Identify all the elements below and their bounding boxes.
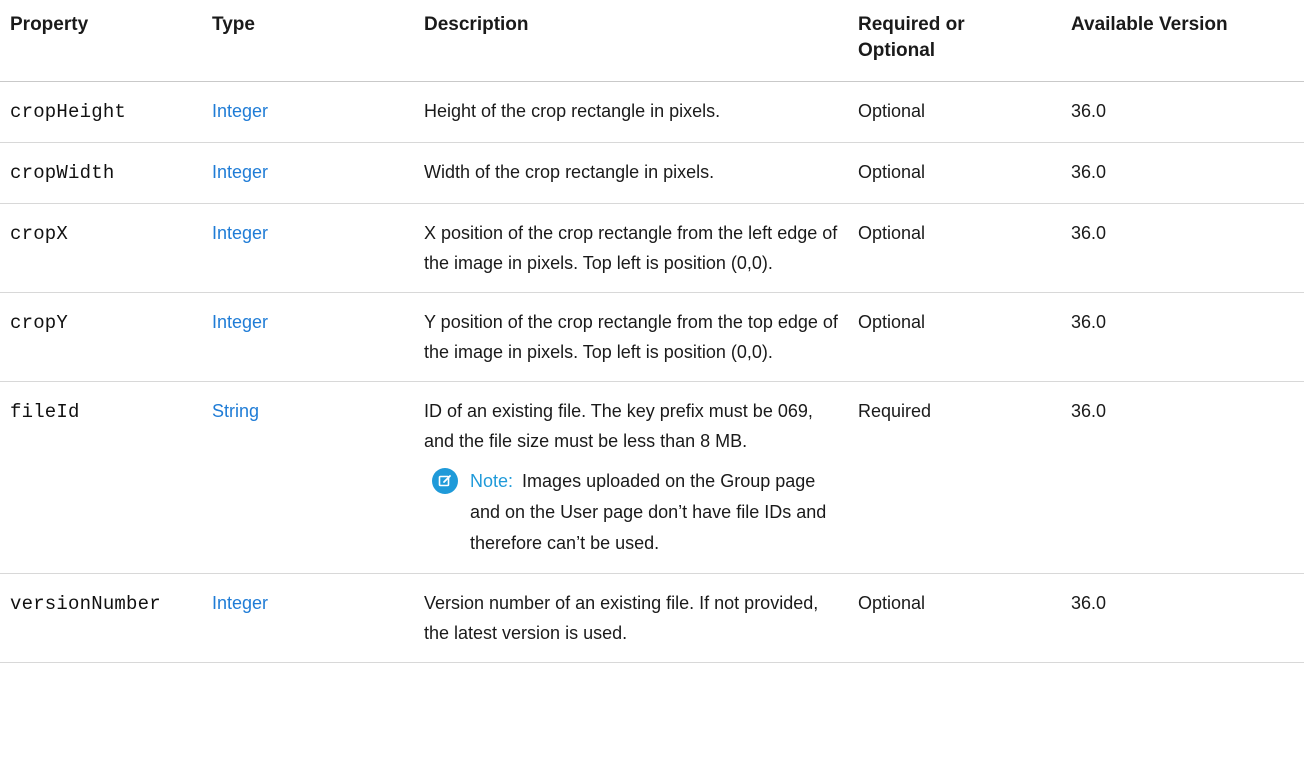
- required-cell: Optional: [848, 203, 1061, 293]
- type-link[interactable]: Integer: [212, 312, 268, 332]
- type-link[interactable]: Integer: [212, 162, 268, 182]
- version-cell: 36.0: [1061, 203, 1304, 293]
- required-cell: Optional: [848, 81, 1061, 143]
- note-text: Images uploaded on the Group page and on…: [470, 471, 827, 553]
- table-row: cropY Integer Y position of the crop rec…: [0, 292, 1304, 382]
- note-callout: Note: Images uploaded on the Group page …: [424, 466, 838, 559]
- header-type: Type: [202, 0, 414, 82]
- property-name: versionNumber: [10, 593, 161, 615]
- header-required-line1: Required or: [858, 14, 965, 35]
- type-link[interactable]: String: [212, 401, 259, 421]
- header-required-line2: Optional: [858, 40, 936, 61]
- table-row: versionNumber Integer Version number of …: [0, 573, 1304, 663]
- note-body: Note: Images uploaded on the Group page …: [470, 466, 838, 559]
- table-row: fileId String ID of an existing file. Th…: [0, 381, 1304, 574]
- version-cell: 36.0: [1061, 573, 1304, 663]
- property-name: cropHeight: [10, 101, 127, 123]
- header-required: Required or Optional: [848, 0, 1061, 82]
- version-cell: 36.0: [1061, 381, 1304, 574]
- property-name: cropX: [10, 223, 69, 245]
- note-label: Note:: [470, 471, 514, 491]
- header-property: Property: [0, 0, 202, 82]
- property-name: cropWidth: [10, 162, 115, 184]
- required-cell: Optional: [848, 292, 1061, 382]
- version-cell: 36.0: [1061, 292, 1304, 382]
- version-cell: 36.0: [1061, 81, 1304, 143]
- properties-table: Property Type Description Required or Op…: [0, 0, 1304, 663]
- description-text: ID of an existing file. The key prefix m…: [424, 401, 813, 451]
- table-row: cropWidth Integer Width of the crop rect…: [0, 142, 1304, 204]
- description-cell: Version number of an existing file. If n…: [414, 573, 848, 663]
- description-cell: Y position of the crop rectangle from th…: [414, 292, 848, 382]
- required-cell: Optional: [848, 142, 1061, 204]
- table-header-row: Property Type Description Required or Op…: [0, 0, 1304, 82]
- description-cell: X position of the crop rectangle from th…: [414, 203, 848, 293]
- description-cell: ID of an existing file. The key prefix m…: [414, 381, 848, 574]
- type-link[interactable]: Integer: [212, 223, 268, 243]
- version-cell: 36.0: [1061, 142, 1304, 204]
- property-name: cropY: [10, 312, 69, 334]
- required-cell: Optional: [848, 573, 1061, 663]
- header-description: Description: [414, 0, 848, 82]
- description-cell: Height of the crop rectangle in pixels.: [414, 81, 848, 143]
- edit-note-icon: [432, 468, 458, 494]
- description-cell: Width of the crop rectangle in pixels.: [414, 142, 848, 204]
- table-row: cropHeight Integer Height of the crop re…: [0, 81, 1304, 143]
- required-cell: Required: [848, 381, 1061, 574]
- table-row: cropX Integer X position of the crop rec…: [0, 203, 1304, 293]
- header-version: Available Version: [1061, 0, 1304, 82]
- type-link[interactable]: Integer: [212, 101, 268, 121]
- property-name: fileId: [10, 401, 80, 423]
- type-link[interactable]: Integer: [212, 593, 268, 613]
